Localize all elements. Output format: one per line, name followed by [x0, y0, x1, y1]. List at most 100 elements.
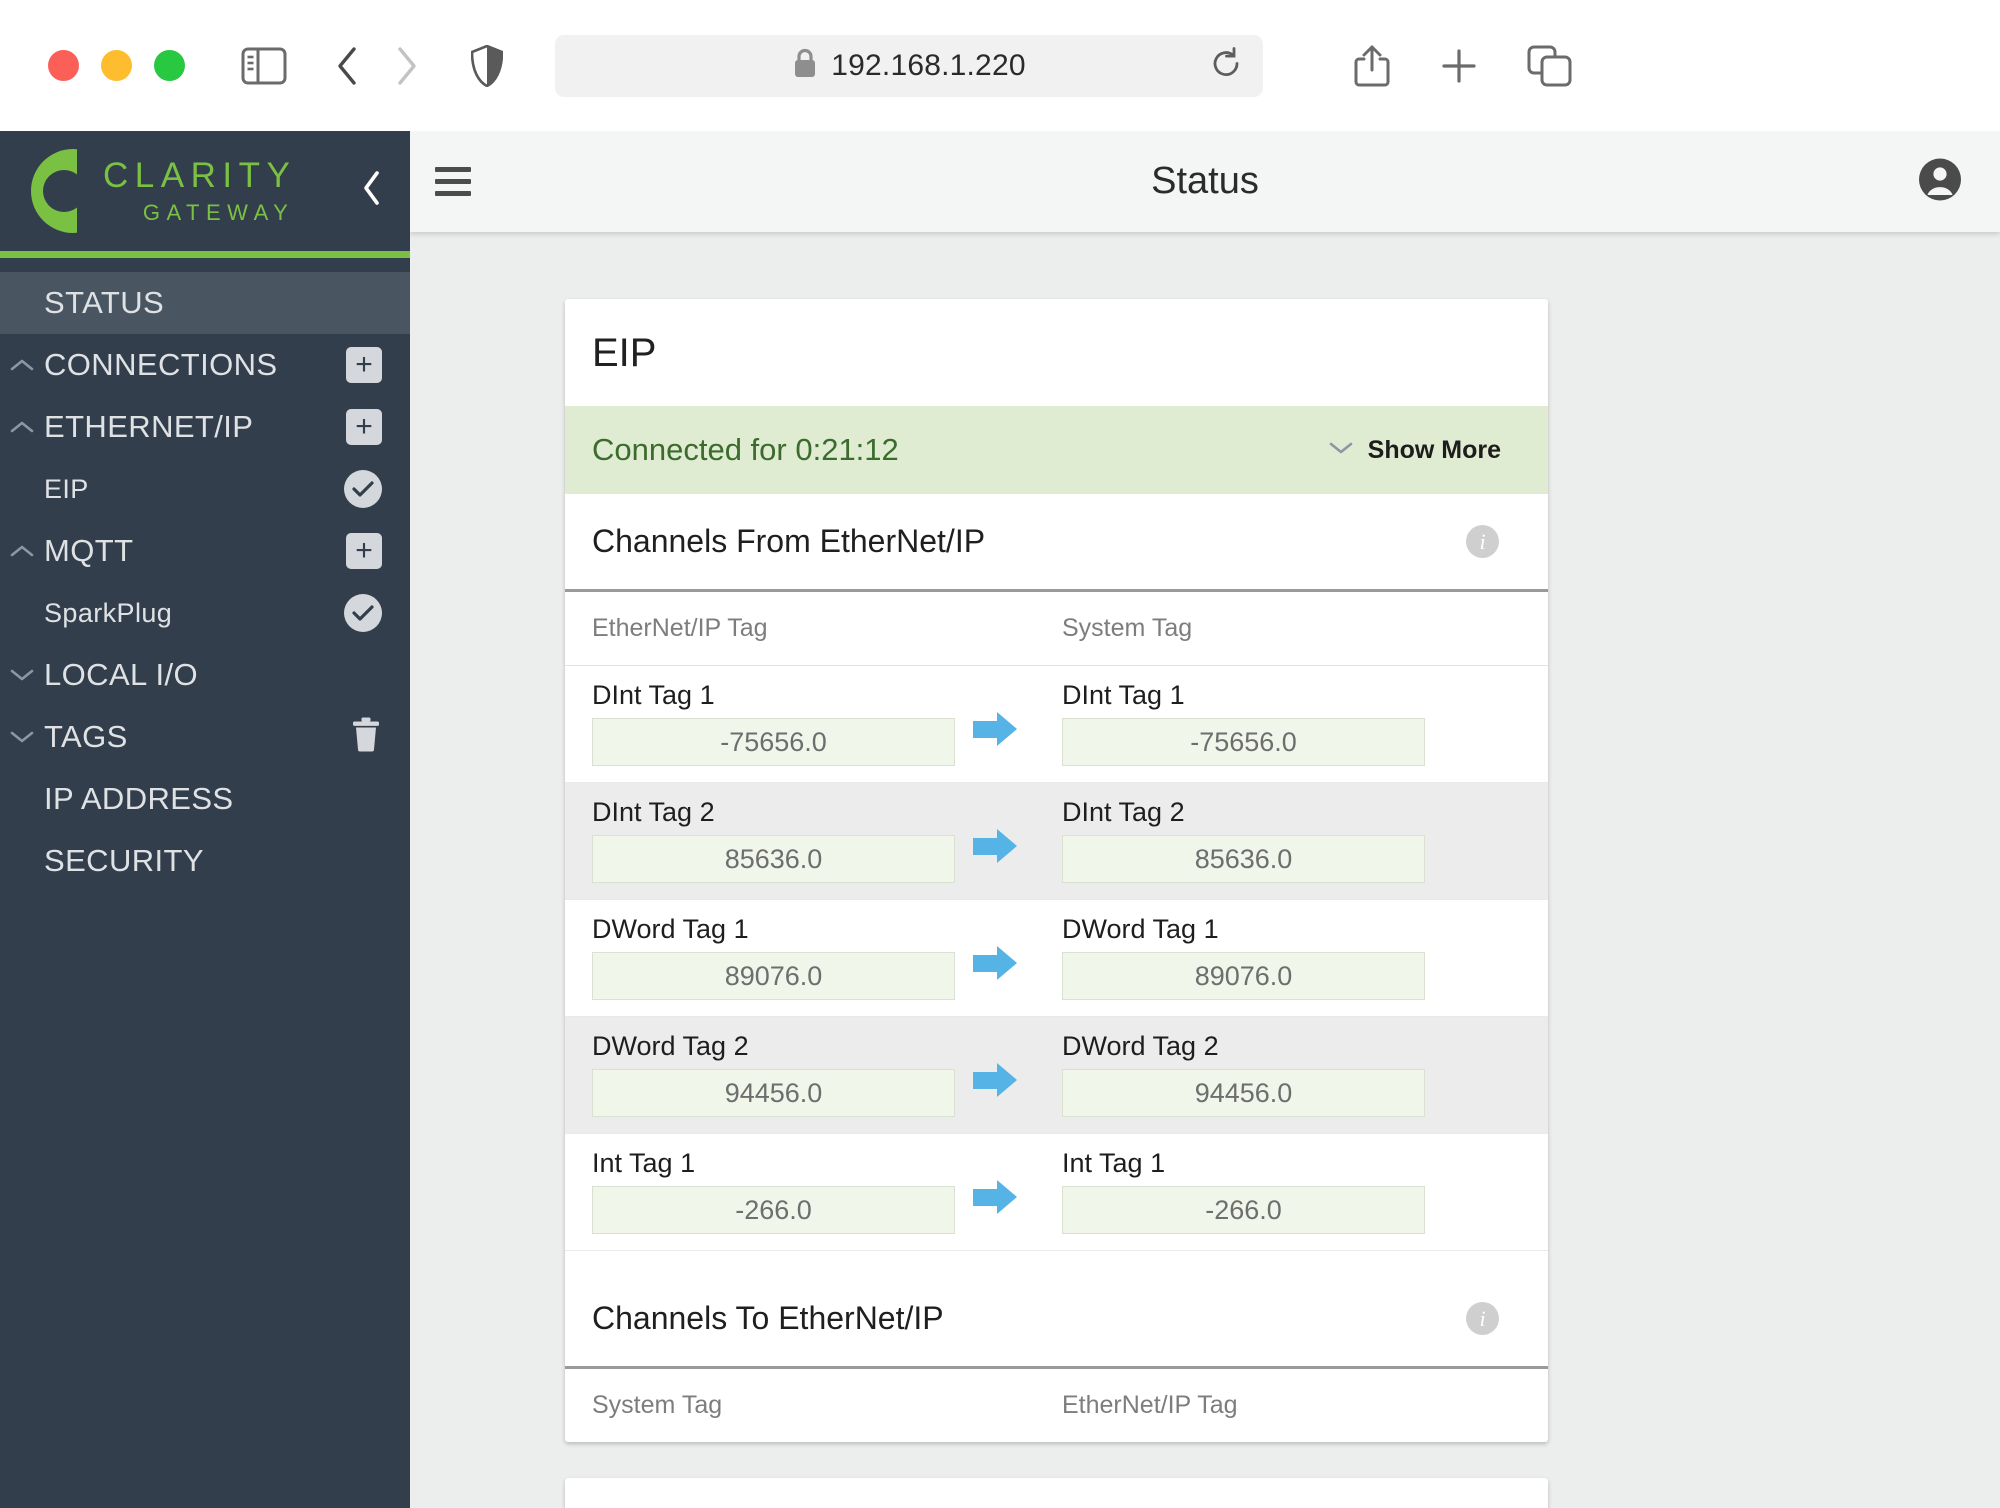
status-page-body: EIP Connected for 0:21:12 Show More Chan… — [410, 232, 2000, 1508]
logo-title: CLARITY — [103, 156, 297, 195]
tag-value: -75656.0 — [1062, 718, 1425, 766]
dest-tag-cell: Int Tag 1 -266.0 — [1035, 1134, 1425, 1250]
sidebar-item-ethernet-ip[interactable]: ETHERNET/IP + — [0, 396, 410, 458]
add-ethernet-ip-button[interactable]: + — [346, 409, 382, 445]
check-circle-icon — [344, 594, 382, 632]
section-divider — [565, 1251, 1548, 1271]
page-topbar: Status — [410, 131, 2000, 232]
column-header-left: EtherNet/IP Tag — [592, 614, 768, 642]
mapping-arrow — [955, 783, 1035, 899]
add-mqtt-button[interactable]: + — [346, 533, 382, 569]
table-row: DWord Tag 2 94456.0 DWord Tag 2 94456.0 — [565, 1017, 1548, 1134]
sidebar-item-label: EIP — [44, 473, 89, 504]
source-tag-cell: Int Tag 1 -266.0 — [565, 1134, 955, 1250]
account-circle-icon[interactable] — [1918, 157, 1962, 206]
trash-icon — [350, 717, 382, 757]
dest-tag-cell: DWord Tag 1 89076.0 — [1035, 900, 1425, 1016]
chevron-down-icon — [1328, 440, 1354, 460]
tag-label: DWord Tag 2 — [592, 1031, 749, 1061]
chevron-up-icon[interactable] — [0, 419, 44, 435]
tag-label: Int Tag 1 — [592, 1148, 696, 1178]
table-row: DWord Tag 1 89076.0 DWord Tag 1 89076.0 — [565, 900, 1548, 1017]
tag-value: 94456.0 — [592, 1069, 955, 1117]
sidebar: CLARITY GATEWAY STATUS CONNECTIONS + ETH… — [0, 131, 410, 1508]
eip-show-more-button[interactable]: Show More — [1328, 436, 1501, 465]
arrow-right-icon — [973, 1180, 1017, 1214]
info-icon[interactable]: i — [1466, 525, 1499, 558]
tag-value: -266.0 — [592, 1186, 955, 1234]
sidebar-item-security[interactable]: SECURITY — [0, 830, 410, 892]
source-tag-cell: DWord Tag 1 89076.0 — [565, 900, 955, 1016]
column-header-left: System Tag — [592, 1391, 723, 1419]
chevron-down-icon[interactable] — [0, 667, 44, 683]
channels-to-header: Channels To EtherNet/IP i — [565, 1271, 1548, 1369]
mapping-arrow — [955, 666, 1035, 782]
back-arrow-icon[interactable] — [335, 46, 359, 86]
channels-to-column-headers: System Tag EtherNet/IP Tag — [565, 1369, 1548, 1442]
check-circle-icon — [344, 470, 382, 508]
tag-value: 94456.0 — [1062, 1069, 1425, 1117]
sparkplug-card-title: SparkPlug — [565, 1478, 1548, 1508]
eip-status-indicator — [344, 470, 382, 508]
delete-tags-button[interactable] — [350, 717, 382, 758]
url-text: 192.168.1.220 — [831, 48, 1026, 82]
sidebar-item-label: IP ADDRESS — [44, 781, 234, 816]
page-title: Status — [1151, 160, 1259, 202]
plus-icon[interactable] — [1439, 46, 1479, 86]
sidebar-item-tags[interactable]: TAGS — [0, 706, 410, 768]
table-row: DInt Tag 2 85636.0 DInt Tag 2 85636.0 — [565, 783, 1548, 900]
channels-from-column-headers: EtherNet/IP Tag System Tag — [565, 592, 1548, 666]
sidebar-item-sparkplug[interactable]: SparkPlug — [0, 582, 410, 644]
chevron-down-icon[interactable] — [0, 729, 44, 745]
source-tag-cell: DInt Tag 2 85636.0 — [565, 783, 955, 899]
tab-overview-icon[interactable] — [1527, 45, 1573, 87]
eip-card-title: EIP — [592, 331, 657, 375]
mapping-arrow — [955, 1134, 1035, 1250]
tag-label: DInt Tag 2 — [1062, 797, 1185, 827]
tag-label: DWord Tag 1 — [592, 914, 749, 944]
arrow-right-icon — [973, 946, 1017, 980]
dest-tag-cell: DWord Tag 2 94456.0 — [1035, 1017, 1425, 1133]
tag-value: 85636.0 — [592, 835, 955, 883]
chevron-up-icon[interactable] — [0, 543, 44, 559]
plus-icon: + — [346, 409, 382, 445]
sidebar-collapse-icon[interactable] — [361, 170, 383, 212]
dest-tag-cell: DInt Tag 1 -75656.0 — [1035, 666, 1425, 782]
sidebar-item-connections[interactable]: CONNECTIONS + — [0, 334, 410, 396]
channels-from-header: Channels From EtherNet/IP i — [565, 494, 1548, 592]
sidebar-item-eip[interactable]: EIP — [0, 458, 410, 520]
minimize-window-button[interactable] — [101, 50, 132, 81]
reload-icon[interactable] — [1209, 46, 1243, 85]
table-row: Int Tag 1 -266.0 Int Tag 1 -266.0 — [565, 1134, 1548, 1251]
mapping-arrow — [955, 900, 1035, 1016]
sidebar-item-local-io[interactable]: LOCAL I/O — [0, 644, 410, 706]
forward-arrow-icon[interactable] — [395, 46, 419, 86]
sidebar-item-label: LOCAL I/O — [44, 657, 199, 692]
close-window-button[interactable] — [48, 50, 79, 81]
tag-value: 85636.0 — [1062, 835, 1425, 883]
mapping-arrow — [955, 1017, 1035, 1133]
address-bar[interactable]: 192.168.1.220 — [555, 34, 1263, 97]
sidebar-item-status[interactable]: STATUS — [0, 272, 410, 334]
shield-icon[interactable] — [471, 44, 503, 87]
source-tag-cell: DWord Tag 2 94456.0 — [565, 1017, 955, 1133]
sidebar-toggle-icon[interactable] — [241, 47, 287, 85]
chevron-up-icon[interactable] — [0, 357, 44, 373]
sidebar-item-ip-address[interactable]: IP ADDRESS — [0, 768, 410, 830]
app-logo[interactable]: CLARITY GATEWAY — [0, 131, 410, 258]
sidebar-item-label: ETHERNET/IP — [44, 409, 254, 444]
sidebar-item-mqtt[interactable]: MQTT + — [0, 520, 410, 582]
clarity-logo-icon — [31, 149, 77, 233]
section-title: Channels To EtherNet/IP — [592, 1300, 944, 1336]
add-connection-button[interactable]: + — [346, 347, 382, 383]
table-row: DInt Tag 1 -75656.0 DInt Tag 1 -75656.0 — [565, 666, 1548, 783]
tag-value: -75656.0 — [592, 718, 955, 766]
zoom-window-button[interactable] — [154, 50, 185, 81]
section-title: Channels From EtherNet/IP — [592, 523, 986, 559]
tag-value: 89076.0 — [1062, 952, 1425, 1000]
share-icon[interactable] — [1353, 44, 1391, 88]
tag-label: Int Tag 1 — [1062, 1148, 1166, 1178]
tag-label: DWord Tag 2 — [1062, 1031, 1219, 1061]
info-icon[interactable]: i — [1466, 1302, 1499, 1335]
